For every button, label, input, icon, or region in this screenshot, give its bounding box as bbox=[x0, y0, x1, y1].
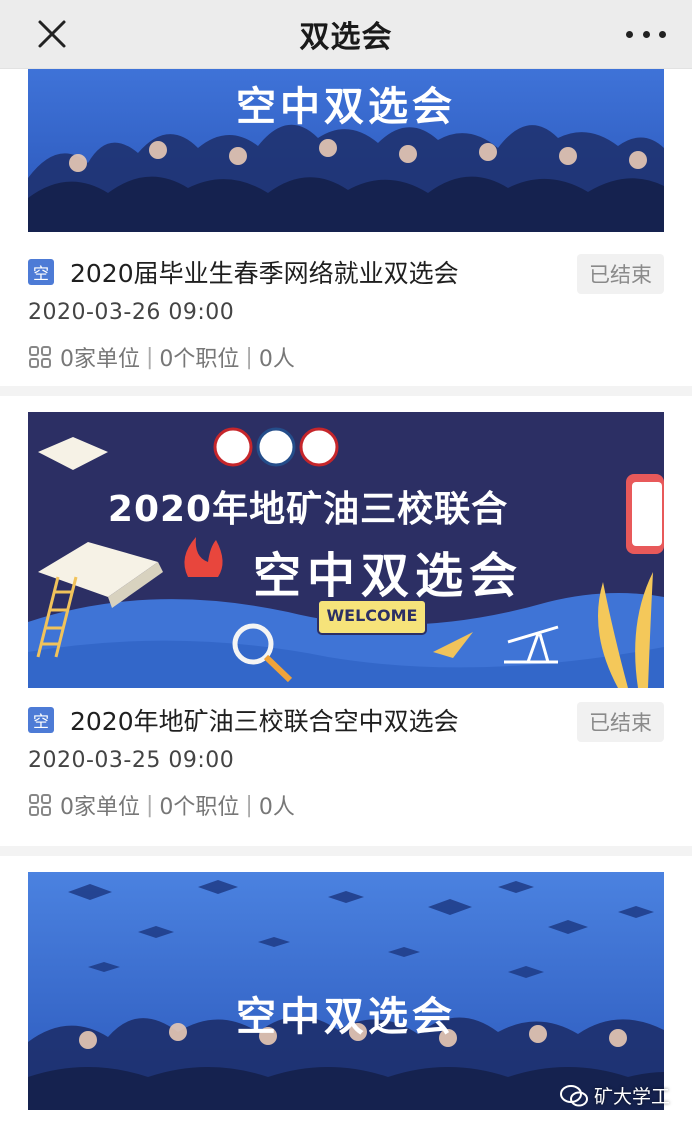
event-stats: 0家单位 | 0个职位 | 0人 bbox=[28, 341, 664, 373]
banner-title: 空中双选会 bbox=[236, 994, 456, 1040]
watermark: 矿大学工 bbox=[559, 1082, 670, 1109]
page-title: 双选会 bbox=[299, 20, 393, 55]
online-tag-icon: 空 bbox=[28, 259, 54, 285]
status-badge: 已结束 bbox=[577, 702, 664, 742]
position-count: 0个职位 bbox=[159, 347, 240, 372]
position-count: 0个职位 bbox=[159, 795, 240, 820]
people-count: 0人 bbox=[258, 347, 295, 372]
event-card[interactable]: 2020年地矿油三校联合 空中双选会 WELCOME 空 2020年地矿油三校联… bbox=[0, 396, 692, 846]
event-title[interactable]: 2020届毕业生春季网络就业双选会 bbox=[70, 254, 664, 290]
separator: | bbox=[146, 792, 154, 818]
event-time: 2020-03-26 09:00 bbox=[28, 300, 235, 325]
event-title[interactable]: 2020年地矿油三校联合空中双选会 bbox=[70, 702, 664, 738]
event-title-row: 空 2020年地矿油三校联合空中双选会 bbox=[28, 702, 664, 738]
wechat-icon bbox=[559, 1084, 588, 1106]
event-title-row: 空 2020届毕业生春季网络就业双选会 bbox=[28, 254, 664, 290]
event-card[interactable]: 空中双选会 空 2020届毕业生春季网络就业双选会 已结束 2020-03-26… bbox=[0, 68, 692, 386]
status-badge: 已结束 bbox=[577, 254, 664, 294]
banner-headline: 2020年地矿油三校联合 bbox=[107, 489, 509, 530]
online-tag-icon: 空 bbox=[28, 707, 54, 733]
company-count: 0家单位 bbox=[60, 347, 140, 372]
separator: | bbox=[146, 344, 154, 370]
banner-welcome: WELCOME bbox=[326, 606, 418, 625]
event-list: 空中双选会 空 2020届毕业生春季网络就业双选会 已结束 2020-03-26… bbox=[0, 68, 692, 1126]
event-time: 2020-03-25 09:00 bbox=[28, 748, 235, 773]
separator: | bbox=[245, 344, 253, 370]
event-banner[interactable]: 空中双选会 bbox=[28, 872, 664, 1110]
event-stats: 0家单位 | 0个职位 | 0人 bbox=[28, 789, 664, 821]
event-banner[interactable]: 2020年地矿油三校联合 空中双选会 WELCOME bbox=[28, 412, 664, 688]
event-banner[interactable]: 空中双选会 bbox=[28, 68, 664, 232]
banner-subtitle: 空中双选会 bbox=[252, 548, 523, 604]
banner-title: 空中双选会 bbox=[236, 84, 456, 130]
separator: | bbox=[245, 792, 253, 818]
close-icon[interactable] bbox=[34, 16, 70, 52]
grid-icon bbox=[29, 346, 51, 368]
grid-icon bbox=[29, 794, 51, 816]
people-count: 0人 bbox=[258, 795, 295, 820]
card-divider bbox=[0, 386, 692, 396]
top-navigation-bar: 双选会 bbox=[0, 0, 692, 69]
watermark-text: 矿大学工 bbox=[593, 1086, 670, 1108]
card-divider bbox=[0, 846, 692, 856]
company-count: 0家单位 bbox=[60, 795, 140, 820]
more-dots-icon[interactable] bbox=[626, 20, 666, 48]
